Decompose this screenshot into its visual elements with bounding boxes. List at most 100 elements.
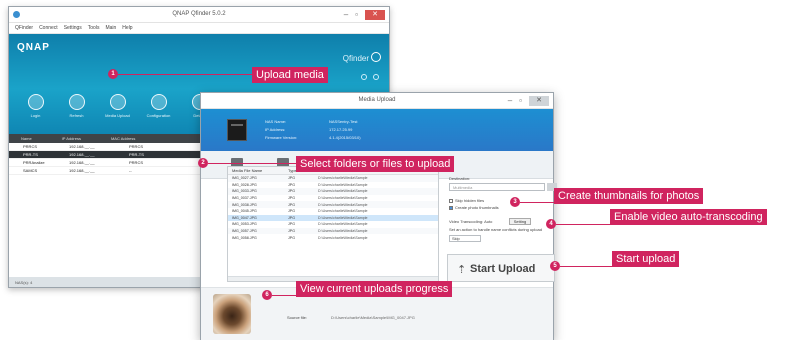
column-header[interactable]: Media File Name [228,168,288,173]
file-type: JPG [288,176,295,181]
callout-line [556,224,610,225]
callout-upload-media: Upload media [252,67,328,83]
media-upload-titlebar: Media Upload – ▫ ✕ [201,93,553,109]
menu-item[interactable]: QFinder [15,25,33,31]
nas-mac: PRRCS [129,160,144,165]
list-item[interactable]: IMG_0038.JPG JPG D:\Users\charlie\Media\Sa… [228,201,438,208]
callout-line [560,266,612,267]
minimize-icon[interactable]: – [508,97,512,105]
close-icon[interactable]: ✕ [365,10,385,20]
window-title: Media Upload [358,97,396,103]
nas-mac: PRRCS [129,144,144,149]
list-item[interactable]: IMG_0058.JPG JPG D:\Users\charlie\Media\Sa… [228,234,438,241]
qnap-logo: QNAP [17,42,50,53]
list-item[interactable]: IMG_0057.JPG JPG D:\Users\charlie\Media\Sa… [228,227,438,235]
info-label: Firmware Version: [265,135,298,140]
callout-number: 1 [108,69,118,79]
menu-item[interactable]: Main [105,25,116,31]
callout-line [272,295,296,296]
nas-ip: 192.168.__.__ [69,160,95,165]
login-tool[interactable]: Login [23,94,48,118]
minimize-icon[interactable]: – [344,11,348,19]
conflict-policy-select[interactable]: Skip [449,235,481,242]
file-name: IMG_0058.JPG [232,235,257,240]
maximize-icon[interactable]: ▫ [519,97,522,105]
list-item[interactable]: IMG_0045.JPG JPG D:\Users\charlie\Media\Sa… [228,208,438,215]
file-name: IMG_0047.JPG [232,215,257,220]
window-title: QNAP Qfinder 5.0.2 [172,11,226,17]
start-upload-button[interactable]: ⇡ Start Upload [447,254,555,282]
callout-upload-progress: View current uploads progress [296,281,453,297]
callout-line [520,202,554,203]
column-header[interactable]: MAC Address [111,136,135,141]
file-type: JPG [288,229,295,234]
menu-item[interactable]: Tools [88,25,100,31]
callout-number: 3 [510,197,520,207]
file-name: IMG_0057.JPG [232,229,257,234]
gear-icon[interactable] [361,74,367,80]
file-name: IMG_0033.JPG [232,189,257,194]
checkbox-label: Create photo thumbnails [455,205,499,210]
list-item-selected[interactable]: IMG_0047.JPG JPG D:\Users\charlie\Media\Sa… [228,214,438,222]
callout-number: 6 [262,290,272,300]
callout-number: 5 [550,261,560,271]
refresh-tool[interactable]: Refresh [64,94,89,118]
file-name: IMG_0038.JPG [232,202,257,207]
file-path: D:\Users\charlie\Media\Sample [318,215,368,220]
nas-device-icon [227,119,247,141]
file-name: IMG_0045.JPG [232,209,257,214]
list-item[interactable]: IMG_0053.JPG JPG D:\Users\charlie\Media\Sa… [228,221,438,228]
list-item[interactable]: IMG_0033.JPG JPG D:\Users\charlie\Media\Sa… [228,188,438,195]
tool-row: Login Refresh Media Upload Configuration… [23,94,212,118]
upload-preview-thumbnail [213,294,251,334]
create-thumbnails-checkbox[interactable]: Create photo thumbnails [449,205,499,210]
menu-item[interactable]: Connect [39,25,58,31]
callout-video-transcoding: Enable video auto-transcoding [610,209,767,225]
callout-start-upload: Start upload [612,251,680,267]
callout-line [208,163,296,164]
column-header[interactable]: IP Address [62,136,81,141]
nas-name: PRR-TS [23,152,38,157]
tool-label: Login [30,113,41,118]
transcoding-setting-button[interactable]: Setting [509,218,531,225]
callout-number: 4 [546,219,556,229]
file-type: JPG [288,202,295,207]
tool-label: Media Upload [105,113,130,118]
close-icon[interactable]: ✕ [529,96,549,106]
list-item[interactable]: IMG_0037.JPG JPG D:\Users\charlie\Media\Sa… [228,195,438,202]
file-path: D:\Users\charlie\Media\Sample [318,196,368,201]
file-path: D:\Users\charlie\Media\Sample [318,229,368,234]
menu-item[interactable]: Help [122,25,132,31]
callout-create-thumbnails: Create thumbnails for photos [554,188,704,204]
checkbox-label: Skip hidden files [455,198,485,203]
file-path: D:\Users\charlie\Media\Sample [318,222,368,227]
checkbox-box [449,198,453,203]
info-icon[interactable] [373,74,379,80]
destination-field[interactable]: Multimedia [449,183,545,191]
file-name: IMG_0053.JPG [232,222,257,227]
info-label: NAS Name: [265,119,287,124]
nas-ip: 192.168.__.__ [69,152,95,157]
destination-label: Destination: [449,176,471,181]
info-value: NASSentry-Test [329,119,358,124]
refresh-icon [68,94,85,110]
menu-bar: QFinder Connect Settings Tools Main Help [9,23,389,34]
skip-hidden-checkbox[interactable]: Skip hidden files [449,198,484,203]
file-path: D:\Users\charlie\Media\Sample [318,189,368,194]
nas-ip: 192.168.__.__ [69,168,95,173]
configuration-tool[interactable]: Configuration [146,94,171,118]
maximize-icon[interactable]: ▫ [355,11,358,19]
list-item[interactable]: IMG_0028.JPG JPG D:\Users\charlie\Media\Sa… [228,182,438,189]
file-type: JPG [288,209,295,214]
nas-name: SAMCS [23,168,38,173]
search-icon[interactable] [371,52,381,62]
media-upload-tool[interactable]: Media Upload [105,94,130,118]
column-header[interactable]: Name [21,136,32,141]
login-icon [27,94,44,110]
qfinder-brand: Qfinder [342,54,369,63]
menu-item[interactable]: Settings [64,25,82,31]
list-item[interactable]: IMG_0027.JPG JPG D:\Users\charlie\Media\Sa… [228,175,438,182]
file-type: JPG [288,215,295,220]
upload-arrow-icon: ⇡ [457,264,467,276]
file-path: D:\Users\charlie\Media\Sample [318,235,368,240]
